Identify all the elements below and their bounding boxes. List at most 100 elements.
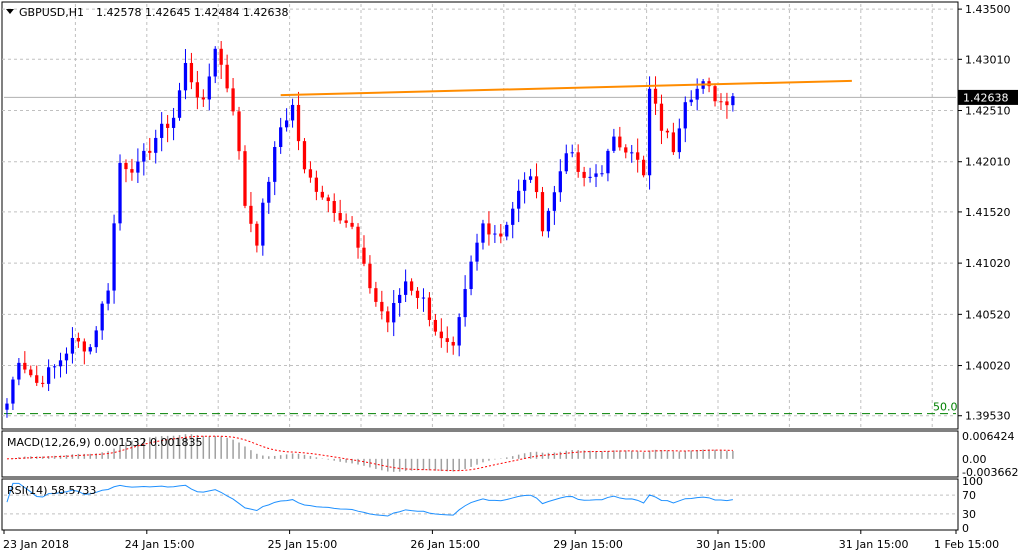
- candle-body: [481, 223, 485, 243]
- candle-body: [540, 192, 545, 232]
- time-tick-0: 23 Jan 2018: [3, 538, 69, 551]
- price-tick-2: 1.42510: [965, 105, 1011, 118]
- candle-body: [624, 147, 628, 153]
- candle-body: [261, 202, 265, 246]
- candle-body: [576, 152, 580, 172]
- candle-body: [201, 97, 205, 100]
- candle-body: [35, 375, 39, 383]
- candle-body: [511, 208, 515, 225]
- candle-body: [392, 302, 396, 323]
- candle-body: [94, 330, 98, 348]
- candle-body: [106, 290, 110, 304]
- candle-body: [630, 152, 634, 154]
- candle-body: [457, 317, 461, 346]
- candle-body: [445, 338, 449, 342]
- time-tick-2: 25 Jan 15:00: [268, 538, 338, 551]
- rsi-tick-2: 30: [962, 508, 976, 521]
- candle-body: [546, 210, 551, 232]
- candle-body: [29, 369, 33, 376]
- candle-body: [439, 331, 443, 339]
- candle-body: [338, 213, 342, 221]
- candle-body: [683, 102, 687, 129]
- candle-body: [332, 201, 336, 214]
- candle-body: [612, 136, 616, 151]
- candle-body: [154, 137, 158, 153]
- candle-body: [296, 104, 301, 142]
- candle-body: [219, 48, 223, 65]
- candle-body: [487, 223, 491, 235]
- time-tick-4: 29 Jan 15:00: [553, 538, 623, 551]
- candle-body: [302, 141, 307, 170]
- candle-body: [88, 347, 92, 352]
- candle-body: [374, 288, 378, 302]
- candle-body: [522, 179, 527, 191]
- candle-body: [463, 289, 467, 318]
- price-tick-4: 1.41520: [965, 206, 1011, 219]
- candle-body: [76, 337, 81, 342]
- candle: [112, 214, 116, 304]
- candle-body: [142, 150, 146, 162]
- candle-body: [320, 191, 324, 198]
- candle-body: [177, 90, 182, 118]
- candle-body: [600, 173, 604, 175]
- candle-body: [713, 86, 717, 102]
- candle-body: [279, 127, 283, 148]
- candle-body: [52, 366, 57, 368]
- candle-body: [469, 261, 473, 290]
- price-tick-7: 1.40020: [965, 360, 1011, 373]
- candle-body: [308, 169, 313, 178]
- time-tick-7: 1 Feb 15:00: [934, 538, 999, 551]
- price-tick-0: 1.43500: [965, 3, 1011, 16]
- candle-body: [671, 132, 676, 153]
- candle-body: [46, 367, 51, 384]
- candle-body: [273, 147, 277, 182]
- candle-body: [427, 297, 432, 320]
- candle-body: [290, 104, 295, 121]
- candle-body: [398, 294, 402, 303]
- candle-body: [100, 303, 104, 331]
- candle-body: [344, 220, 348, 223]
- candle-body: [636, 152, 640, 160]
- candle-body: [570, 152, 574, 154]
- price-axis: 1.43500 1.43010 1.42510 1.42010 1.41520 1.410…: [958, 3, 1011, 423]
- price-chart[interactable]: 0.0064240.00-0.003662 10070300 1.435001.…: [0, 0, 1020, 556]
- price-tick-1: 1.43010: [965, 53, 1011, 66]
- candle-body: [362, 247, 366, 264]
- candle: [647, 76, 652, 190]
- rsi-tick-1: 70: [962, 489, 976, 502]
- candle-body: [475, 242, 479, 262]
- candle-body: [255, 223, 259, 246]
- time-axis: 23 Jan 2018 24 Jan 15:00 25 Jan 15:00 26 Ja…: [3, 530, 999, 551]
- candle-body: [171, 117, 176, 128]
- candle-body: [183, 62, 188, 91]
- candle-body: [505, 224, 509, 237]
- candle-body: [517, 190, 521, 209]
- candle: [302, 138, 307, 174]
- candle-body: [112, 223, 116, 291]
- candle-body: [41, 382, 45, 384]
- candle-body: [326, 197, 330, 202]
- candle-body: [641, 159, 646, 176]
- candle-body: [58, 360, 63, 367]
- candle-body: [665, 130, 670, 133]
- candle-body: [421, 297, 426, 299]
- candle-body: [64, 353, 69, 361]
- time-tick-5: 30 Jan 15:00: [696, 538, 766, 551]
- candle-body: [213, 48, 217, 77]
- candle-body: [82, 341, 86, 352]
- price-tick-5: 1.41020: [965, 257, 1011, 270]
- candle-body: [267, 181, 271, 203]
- candle-body: [5, 403, 9, 410]
- candle-body: [380, 301, 384, 312]
- candle-body: [594, 173, 598, 177]
- candle-body: [582, 171, 586, 178]
- candle-body: [493, 233, 497, 235]
- candle-body: [225, 64, 229, 89]
- symbol-label: GBPUSD,H1: [19, 6, 84, 19]
- macd-tick-1: 0.00: [962, 453, 987, 466]
- price-tick-6: 1.40520: [965, 308, 1011, 321]
- candle-body: [499, 233, 503, 237]
- candle-body: [451, 341, 455, 346]
- candle-body: [528, 176, 533, 180]
- main-panel: [1, 1, 959, 430]
